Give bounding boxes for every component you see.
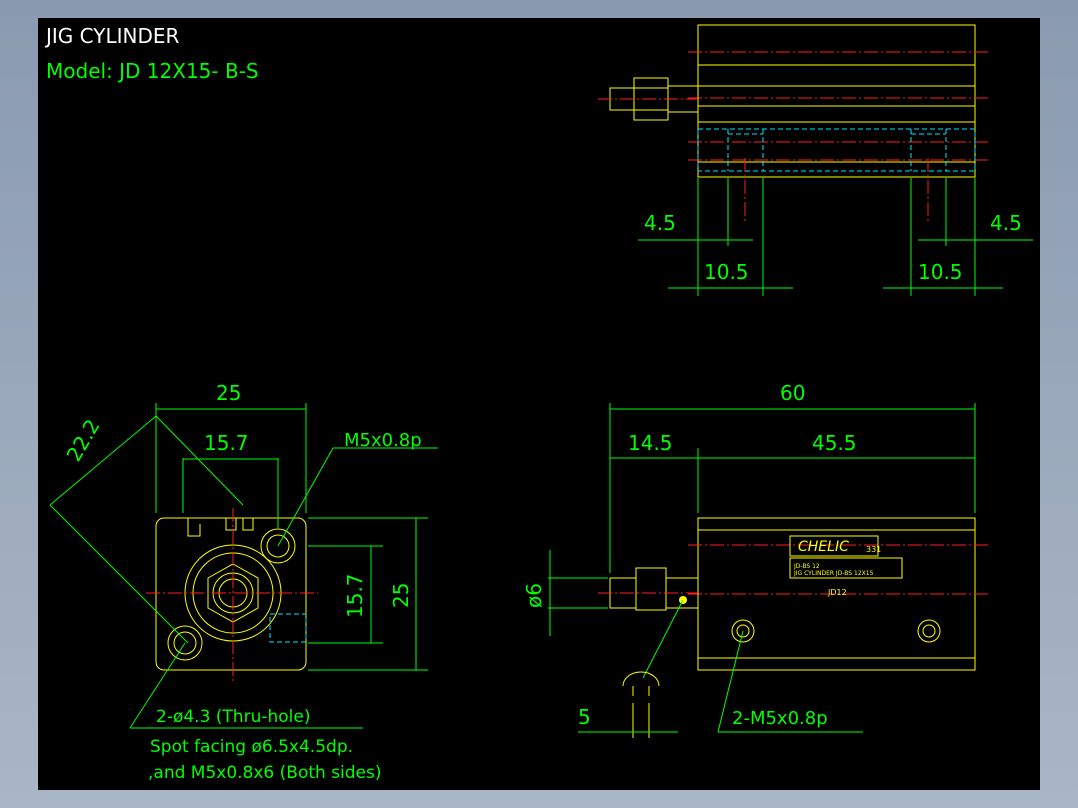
dim-top-right-small: 4.5 [990, 211, 1022, 235]
end-view: 25 15.7 22.2 25 15.7 M5x0.8p 2-ø4.3 (Thr… [49, 381, 438, 783]
dim-top-left-small: 4.5 [644, 211, 676, 235]
plate-line-1: JD-BS 12 [793, 563, 820, 570]
dim-side-dia: ø6 [522, 583, 546, 608]
dim-end-height-inner: 15.7 [343, 573, 367, 618]
dim-end-width: 25 [216, 381, 241, 405]
dim-side-small: 5 [578, 705, 591, 729]
top-view: 4.5 4.5 10.5 10.5 [598, 24, 1033, 296]
port-note: 2-M5x0.8p [732, 708, 828, 729]
dim-side-rod: 14.5 [628, 431, 673, 455]
model-label: Model: JD 12X15- B-S [46, 59, 259, 83]
brand-code: 331 [866, 545, 881, 554]
end-body-outline [155, 517, 307, 671]
dim-side-total: 60 [780, 381, 805, 405]
top-body-outline [697, 24, 976, 178]
body-mark: JD12 [827, 588, 847, 597]
thread-label: M5x0.8p [344, 430, 422, 451]
dim-end-height: 25 [389, 583, 413, 608]
dim-end-diag: 22.2 [62, 415, 105, 466]
cad-viewport[interactable]: JIG CYLINDER Model: JD 12X15- B-S 4.5 4.… [38, 18, 1040, 790]
dim-top-left-wide: 10.5 [704, 260, 749, 284]
dim-side-body: 45.5 [812, 431, 857, 455]
dim-top-right-wide: 10.5 [918, 260, 963, 284]
dim-end-inner: 15.7 [204, 431, 249, 455]
cad-drawing: JIG CYLINDER Model: JD 12X15- B-S 4.5 4.… [44, 24, 1033, 783]
spot-note: Spot facing ø6.5x4.5dp. [150, 737, 353, 757]
drawing-title: JIG CYLINDER [44, 24, 180, 48]
spot-note-2: ,and M5x0.8x6 (Both sides) [148, 763, 382, 783]
brand-text: CHELIC [798, 539, 849, 555]
hole-note: 2-ø4.3 (Thru-hole) [156, 707, 310, 727]
plate-line-2: JIG CYLINDER JD-BS 12X15 [793, 570, 874, 577]
side-view: CHELIC 331 JD-BS 12 JIG CYLINDER JD-BS 1… [522, 381, 988, 738]
